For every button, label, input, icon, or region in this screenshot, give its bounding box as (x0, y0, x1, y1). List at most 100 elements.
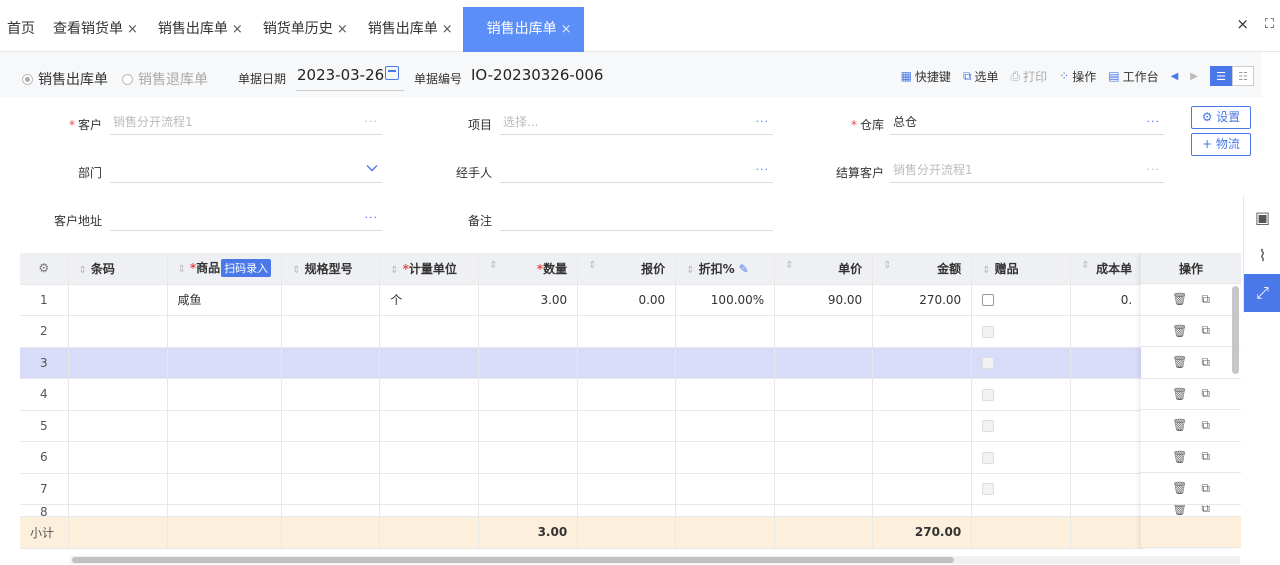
close-icon[interactable]: × (442, 22, 453, 37)
cell-spec[interactable] (281, 473, 381, 505)
cell-quote[interactable] (577, 347, 677, 379)
cell-spec[interactable] (281, 378, 381, 411)
cell-quote[interactable]: 0.00 (577, 284, 677, 316)
cell-product[interactable] (167, 441, 283, 474)
cell-amount[interactable] (872, 504, 973, 517)
cell-product[interactable]: 咸鱼 (167, 284, 283, 316)
more-icon[interactable]: ··· (1147, 157, 1161, 183)
delete-icon[interactable]: 🗑 (1172, 324, 1187, 338)
cell-unit[interactable] (379, 504, 480, 517)
cell-quote[interactable] (577, 410, 677, 442)
cell-price[interactable] (774, 473, 874, 505)
settle-customer-field[interactable]: 销售分开流程1 ··· (890, 157, 1164, 183)
col-price[interactable]: ⇕ 单价 (774, 253, 874, 285)
tab-view-sales-order[interactable]: 查看销货单 × (43, 7, 148, 52)
cell-unit[interactable] (379, 441, 480, 474)
col-gift[interactable]: ⇕ 赠品 (971, 253, 1072, 285)
cell-unit[interactable] (379, 347, 480, 379)
cell-barcode[interactable] (68, 347, 168, 379)
cell-amount[interactable] (872, 347, 973, 379)
horizontal-scrollbar[interactable] (72, 557, 954, 563)
copy-row-icon[interactable]: ⧉ (1201, 292, 1210, 307)
expand-icon[interactable]: ⤢ (1244, 274, 1280, 312)
select-order-button[interactable]: ⧉ 选单 (963, 68, 999, 85)
cell-barcode[interactable] (68, 473, 168, 505)
table-row[interactable]: 8 (20, 504, 1144, 517)
cell-product[interactable] (167, 378, 283, 411)
copy-row-icon[interactable]: ⧉ (1201, 323, 1210, 338)
col-discount[interactable]: ⇕ 折扣% ✎ (675, 253, 776, 285)
delete-icon[interactable]: 🗑 (1172, 355, 1187, 369)
copy-row-icon[interactable]: ⧉ (1201, 418, 1210, 433)
col-quote[interactable]: ⇕ 报价 (577, 253, 677, 285)
copy-row-icon[interactable]: ⧉ (1201, 386, 1210, 401)
table-row[interactable]: 5 (20, 410, 1144, 442)
remark-field[interactable] (500, 205, 773, 231)
project-field[interactable]: 选择... ··· (500, 109, 773, 135)
cell-barcode[interactable] (68, 284, 168, 316)
copy-row-icon[interactable]: ⧉ (1201, 505, 1210, 516)
cell-discount[interactable] (675, 347, 776, 379)
close-icon[interactable]: × (232, 22, 243, 37)
workbench-button[interactable]: ▤ 工作台 (1108, 68, 1158, 85)
cell-quote[interactable] (577, 441, 677, 474)
delete-icon[interactable]: 🗑 (1172, 505, 1187, 516)
cell-amount[interactable] (872, 378, 973, 411)
fullscreen-icon[interactable]: ⛶ (1265, 17, 1274, 32)
cell-product[interactable] (167, 315, 283, 348)
radio-sales-return[interactable]: 销售退库单 (122, 69, 208, 89)
cell-qty[interactable] (478, 473, 579, 505)
delete-icon[interactable]: 🗑 (1172, 450, 1187, 464)
operate-button[interactable]: ⁘ 操作 (1059, 68, 1096, 85)
cell-amount[interactable]: 270.00 (872, 284, 973, 316)
gift-checkbox[interactable] (982, 294, 995, 307)
tab-home[interactable]: 首页 (0, 7, 43, 52)
cell-qty[interactable]: 3.00 (478, 284, 579, 316)
more-icon[interactable]: ··· (365, 205, 379, 231)
cell-price[interactable] (774, 347, 874, 379)
cell-discount[interactable] (675, 504, 776, 517)
cell-barcode[interactable] (68, 378, 168, 411)
draft-icon[interactable]: ▣ (1244, 198, 1280, 236)
cell-amount[interactable] (872, 473, 973, 505)
cell-quote[interactable] (577, 473, 677, 505)
calendar-icon[interactable] (385, 66, 399, 80)
col-cost[interactable]: ⇕ 成本单 (1070, 253, 1144, 285)
cell-qty[interactable] (478, 315, 579, 348)
cell-qty[interactable] (478, 410, 579, 442)
vertical-scrollbar[interactable] (1232, 286, 1239, 374)
cell-spec[interactable] (281, 410, 381, 442)
cell-spec[interactable] (281, 347, 381, 379)
cell-unit[interactable] (379, 473, 480, 505)
cell-product[interactable] (167, 504, 283, 517)
copy-row-icon[interactable]: ⧉ (1201, 481, 1210, 496)
close-all-icon[interactable]: × (1236, 15, 1249, 33)
cell-quote[interactable] (577, 504, 677, 517)
cell-discount[interactable] (675, 441, 776, 474)
cell-price[interactable] (774, 504, 874, 517)
cell-cost[interactable] (1070, 315, 1144, 348)
close-icon[interactable]: × (127, 22, 138, 37)
cell-qty[interactable] (478, 378, 579, 411)
cell-quote[interactable] (577, 315, 677, 348)
cell-price[interactable] (774, 441, 874, 474)
cell-barcode[interactable] (68, 504, 168, 517)
cell-spec[interactable] (281, 315, 381, 348)
next-arrow-icon[interactable]: ▶ (1190, 71, 1198, 82)
col-qty[interactable]: ⇕ *数量 (478, 253, 579, 285)
cell-unit[interactable] (379, 378, 480, 411)
cell-cost[interactable] (1070, 410, 1144, 442)
tab-sales-outbound-1[interactable]: 销售出库单 × (148, 7, 253, 52)
col-spec[interactable]: ⇕ 规格型号 (281, 253, 381, 285)
cell-product[interactable] (167, 473, 283, 505)
cell-quote[interactable] (577, 378, 677, 411)
cell-cost[interactable] (1070, 347, 1144, 379)
cell-unit[interactable] (379, 410, 480, 442)
cell-barcode[interactable] (68, 410, 168, 442)
customer-field[interactable]: 销售分开流程1 ··· (110, 109, 382, 135)
col-unit[interactable]: ⇕ *计量单位 (379, 253, 480, 285)
cell-price[interactable] (774, 315, 874, 348)
delete-icon[interactable]: 🗑 (1172, 387, 1187, 401)
warehouse-field[interactable]: 总仓 ··· (890, 109, 1164, 135)
settings-button[interactable]: ⚙ 设置 (1191, 106, 1251, 129)
